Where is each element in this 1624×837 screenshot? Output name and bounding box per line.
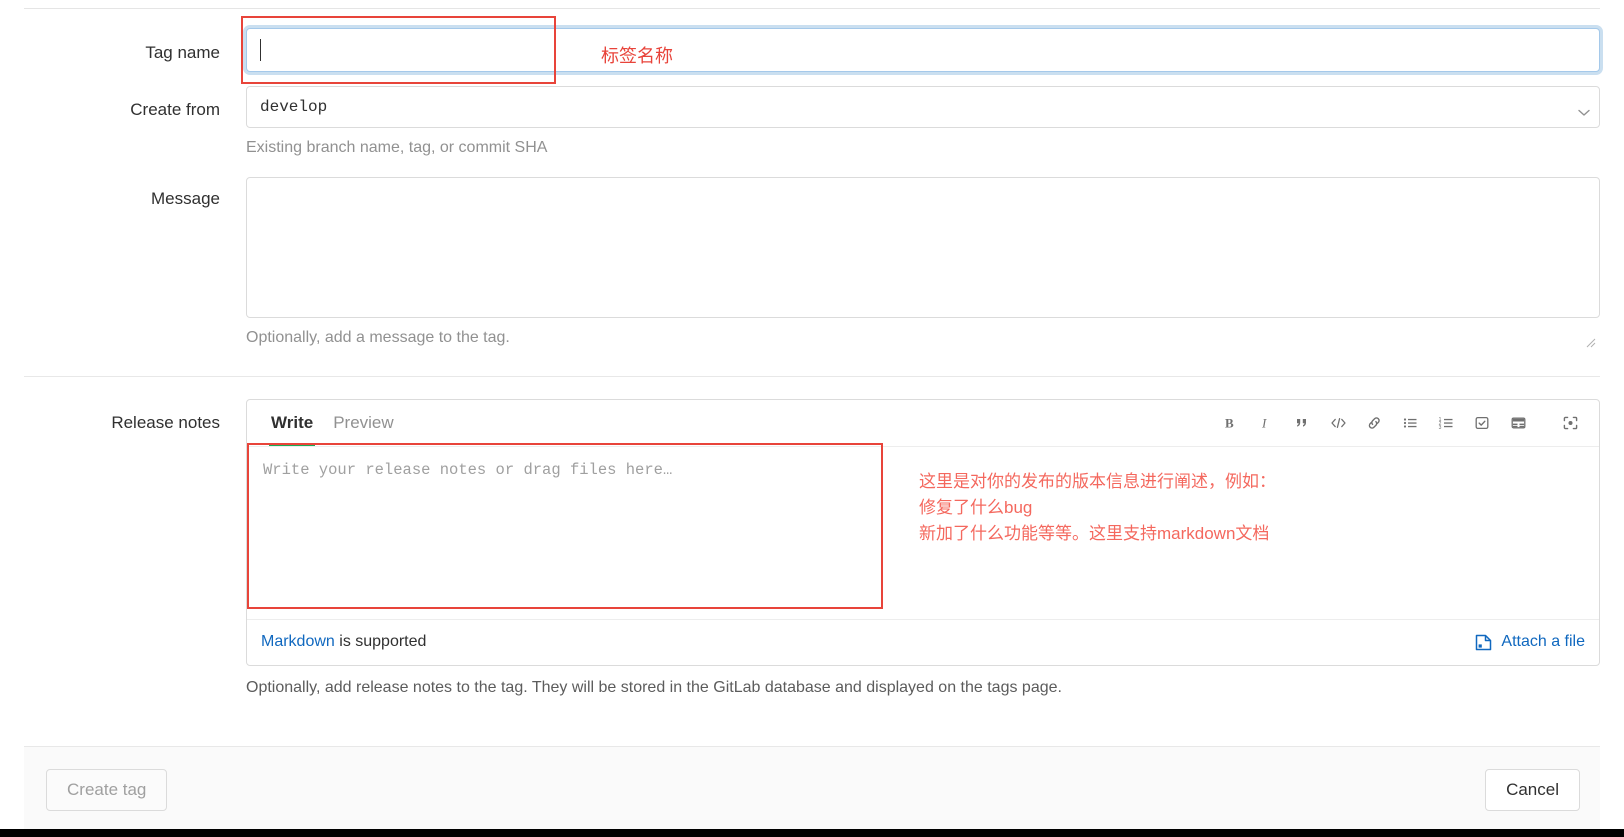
create-from-value: develop: [260, 98, 328, 116]
code-icon[interactable]: [1321, 406, 1355, 440]
release-notes-label: Release notes: [111, 412, 220, 432]
message-field-col: Optionally, add a message to the tag.: [246, 177, 1624, 349]
release-notes-help: Optionally, add release notes to the tag…: [246, 678, 1062, 696]
markdown-link[interactable]: Markdown: [261, 633, 335, 650]
form-row-message: Message Optionally, add a message to the…: [0, 177, 1624, 349]
numbered-list-icon[interactable]: 1 2 3: [1429, 406, 1463, 440]
tag-name-input-wrap: 标签名称: [241, 16, 1600, 84]
tag-name-field-col: 标签名称: [241, 16, 1624, 84]
section-divider: [24, 375, 1600, 377]
attach-file-icon: [1474, 633, 1493, 652]
quote-icon[interactable]: [1285, 406, 1319, 440]
create-tag-button[interactable]: Create tag: [46, 769, 168, 812]
message-help: Optionally, add a message to the tag.: [246, 329, 510, 347]
message-label: Message: [151, 189, 220, 209]
create-from-field-col: develop Existing branch name, tag, or co…: [246, 86, 1624, 159]
attach-file-button[interactable]: Attach a file: [1474, 633, 1585, 652]
page-bottom-bar: [0, 829, 1624, 837]
form-actions-bar: Create tag Cancel: [24, 746, 1600, 837]
create-from-help: Existing branch name, tag, or commit SHA: [246, 139, 548, 156]
markdown-toolbar: B I 1 2 3: [1213, 406, 1587, 440]
annotation-tag-name-text: 标签名称: [601, 46, 673, 66]
svg-text:B: B: [1225, 415, 1234, 430]
bold-icon[interactable]: B: [1213, 406, 1247, 440]
tab-write[interactable]: Write: [261, 399, 323, 447]
text-caret: [260, 39, 261, 61]
form-row-release-notes: Release notes Write Preview B I 1 2 3 Wr…: [0, 398, 1624, 697]
markdown-support-suffix: is supported: [334, 633, 427, 651]
markdown-editor-header: Write Preview B I 1 2 3: [247, 400, 1599, 447]
message-textarea[interactable]: [246, 177, 1600, 319]
create-tag-form: Tag name 标签名称 Create from develop Existi…: [0, 0, 1624, 697]
annotation-line-3: 新加了什么功能等等。这里支持markdown文档: [919, 523, 1270, 543]
tab-preview[interactable]: Preview: [323, 399, 403, 446]
form-row-tag-name: Tag name 标签名称: [0, 16, 1624, 84]
annotation-release-notes-text: 这里是对你的发布的版本信息进行阐述，例如： 修复了什么bug 新加了什么功能等等…: [919, 469, 1276, 547]
attach-file-label: Attach a file: [1501, 633, 1585, 651]
markdown-editor: Write Preview B I 1 2 3 Write your relea…: [246, 398, 1600, 666]
tab-preview-label: Preview: [333, 412, 394, 432]
svg-text:I: I: [1261, 415, 1267, 430]
table-icon[interactable]: [1501, 406, 1535, 440]
form-row-create-from: Create from develop Existing branch name…: [0, 86, 1624, 159]
svg-text:3: 3: [1438, 425, 1441, 431]
chevron-down-icon: [1578, 104, 1590, 116]
italic-icon[interactable]: I: [1249, 406, 1283, 440]
markdown-editor-body: 这里是对你的发布的版本信息进行阐述，例如： 修复了什么bug 新加了什么功能等等…: [247, 442, 1599, 619]
cancel-button[interactable]: Cancel: [1485, 769, 1580, 812]
tab-write-label: Write: [271, 412, 314, 432]
markdown-support-note: Markdown is supported: [261, 633, 426, 651]
link-icon[interactable]: [1357, 406, 1391, 440]
tag-name-label: Tag name: [145, 43, 220, 62]
create-from-select-wrap: develop: [246, 86, 1600, 128]
annotation-line-1: 这里是对你的发布的版本信息进行阐述，例如：: [919, 471, 1276, 491]
markdown-tabs: Write Preview: [261, 399, 404, 447]
tag-name-input[interactable]: [246, 28, 1600, 72]
release-notes-field-col: Write Preview B I 1 2 3 Write your relea…: [246, 398, 1624, 697]
annotation-line-2: 修复了什么bug: [919, 497, 1033, 517]
task-list-icon[interactable]: [1465, 406, 1499, 440]
bullet-list-icon[interactable]: [1393, 406, 1427, 440]
fullscreen-icon[interactable]: [1553, 406, 1587, 440]
create-from-select[interactable]: develop: [246, 86, 1600, 128]
create-from-label: Create from: [130, 100, 220, 119]
markdown-editor-footer: Markdown is supported Attach a file: [247, 618, 1599, 665]
